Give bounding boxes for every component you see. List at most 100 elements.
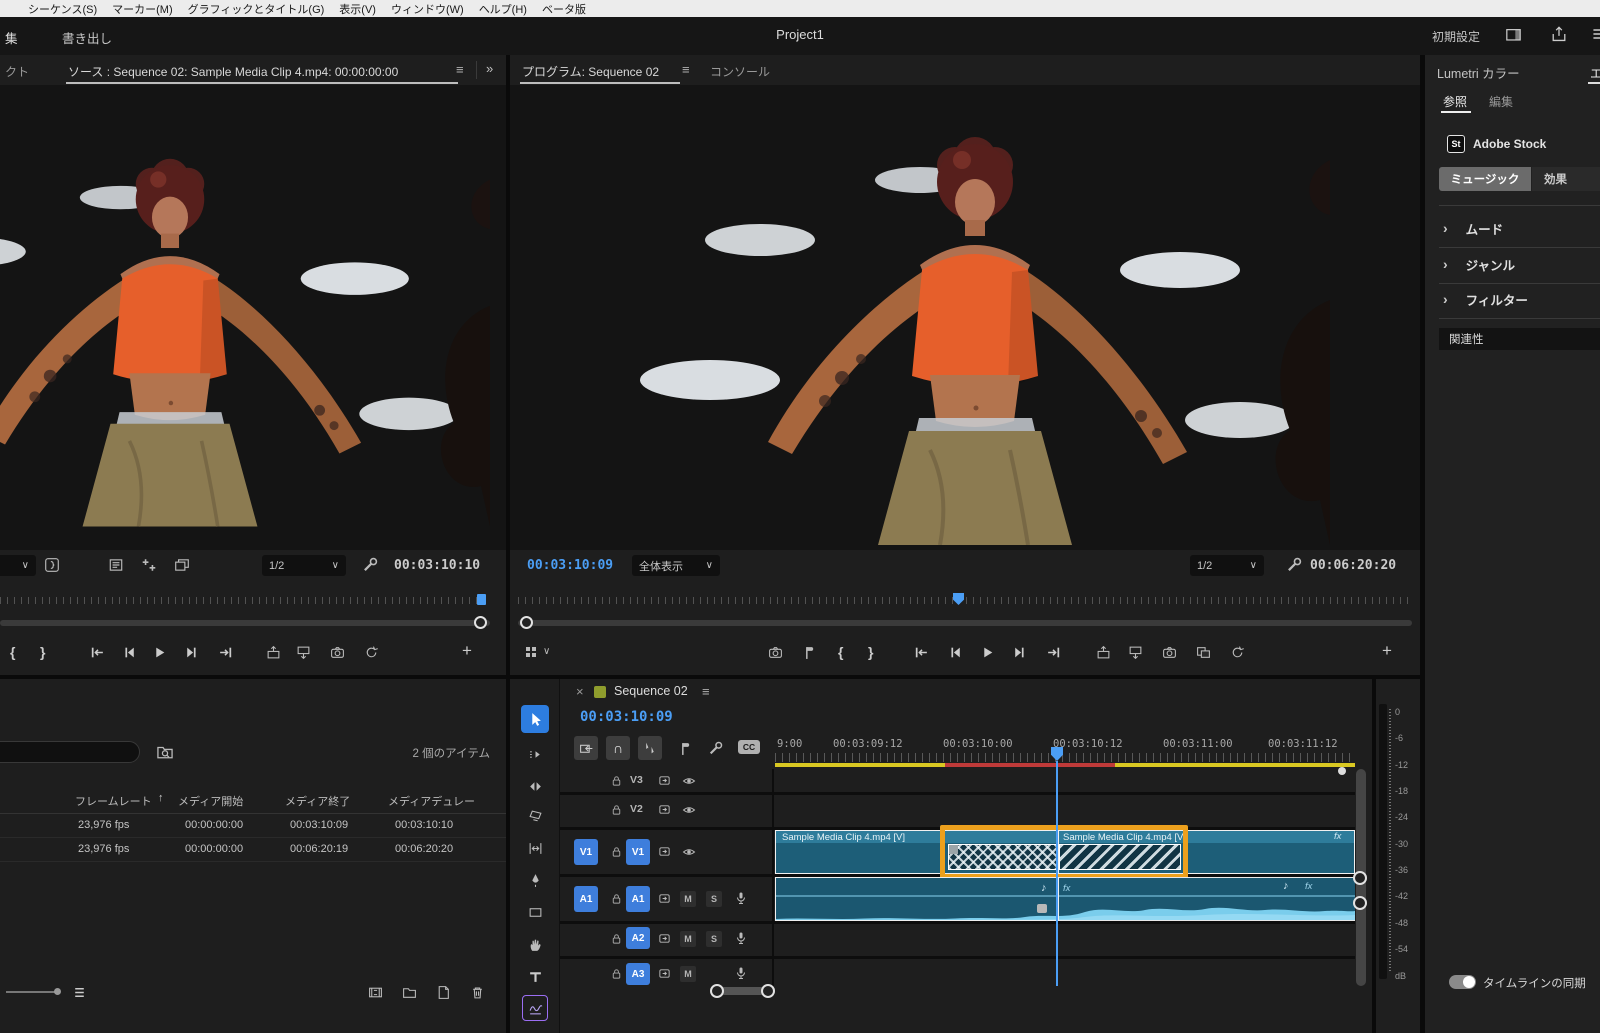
search-bins-icon[interactable] <box>156 743 174 761</box>
timeline-settings-wrench-icon[interactable] <box>708 741 723 756</box>
razor-tool[interactable] <box>522 803 548 829</box>
a1-source-patch[interactable]: A1 <box>574 886 598 912</box>
console-tab[interactable]: コンソール <box>710 63 770 80</box>
compare-view-button[interactable] <box>768 645 783 660</box>
tab-export[interactable]: 書き出し <box>62 28 112 47</box>
program-current-timecode[interactable]: 00:03:10:09 <box>527 558 613 573</box>
program-panel-menu-icon[interactable]: ≡ <box>682 62 690 77</box>
program-scrollbar[interactable] <box>518 620 1412 626</box>
trim-markers-icon[interactable] <box>141 557 157 573</box>
overlays-icon[interactable] <box>174 557 190 573</box>
v1-source-patch[interactable]: V1 <box>574 839 598 865</box>
source-tab[interactable]: ソース : Sequence 02: Sample Media Clip 4.m… <box>68 63 398 80</box>
table-row[interactable]: 23,976 fps 00:00:00:00 00:03:10:09 00:03… <box>0 815 506 837</box>
hand-tool[interactable] <box>522 931 548 957</box>
menu-sequence[interactable]: シーケンス(S) <box>28 1 97 17</box>
workspace-settings-label[interactable]: 初期設定 <box>1432 28 1480 45</box>
workspace-icon[interactable] <box>1505 26 1522 43</box>
a1-solo-button[interactable]: S <box>706 891 722 907</box>
source-zoom-dropdown[interactable]: 1/2∨ <box>262 555 346 576</box>
hscroll-knob-left[interactable] <box>710 984 724 998</box>
a3-sync-lock-icon[interactable] <box>658 967 671 980</box>
step-back-button[interactable] <box>948 645 963 660</box>
a3-mute-button[interactable]: M <box>680 966 696 982</box>
a1-sync-lock-icon[interactable] <box>658 892 671 905</box>
mood-section-header[interactable]: › ムード <box>1443 215 1593 241</box>
snap-toggle-button[interactable]: ∩ <box>606 736 630 760</box>
mark-out-button[interactable]: } <box>40 644 45 660</box>
vscroll-knob-bottom[interactable] <box>1353 896 1367 910</box>
fit-dropdown[interactable]: 全体表示∨ <box>632 555 720 576</box>
source-scrollbar-knob[interactable] <box>474 616 487 629</box>
a1-lock-icon[interactable] <box>610 892 623 905</box>
new-bin-icon[interactable] <box>402 985 417 1000</box>
remix-tool[interactable] <box>522 995 548 1021</box>
genre-section-header[interactable]: › ジャンル <box>1443 251 1593 277</box>
menu-help[interactable]: ヘルプ(H) <box>479 1 527 17</box>
step-back-button[interactable] <box>122 645 137 660</box>
multiview-grid-icon[interactable] <box>524 645 538 659</box>
source-scrollbar[interactable] <box>0 620 490 626</box>
column-media-end[interactable]: メディア終了 <box>285 793 350 809</box>
v1-visibility-eye-icon[interactable] <box>682 845 696 859</box>
a3-lock-icon[interactable] <box>610 967 623 980</box>
source-playhead-marker[interactable] <box>477 594 486 605</box>
nest-toggle-button[interactable] <box>574 736 598 760</box>
mark-in-button[interactable]: { <box>838 644 843 660</box>
v3-lock-icon[interactable] <box>610 774 623 787</box>
v3-sync-lock-icon[interactable] <box>658 774 671 787</box>
v3-track-label[interactable]: V3 <box>630 774 643 786</box>
vscroll-knob-top[interactable] <box>1353 871 1367 885</box>
proxy-toggle-button[interactable] <box>1230 645 1245 660</box>
program-scrollbar-knob[interactable] <box>520 616 533 629</box>
lumetri-tab[interactable]: Lumetri カラー <box>1437 63 1520 82</box>
step-forward-button[interactable] <box>1012 645 1027 660</box>
share-icon[interactable] <box>1550 25 1568 43</box>
music-toggle-button[interactable]: ミュージック <box>1439 167 1531 191</box>
menu-window[interactable]: ウィンドウ(W) <box>391 1 464 17</box>
a2-track-target[interactable]: A2 <box>626 927 650 949</box>
panel-overflow-icon[interactable]: » <box>486 61 493 76</box>
program-settings-wrench-icon[interactable] <box>1286 557 1302 573</box>
sequence-tab-menu-icon[interactable]: ≡ <box>702 684 710 699</box>
delete-icon[interactable] <box>470 985 485 1000</box>
timeline-current-timecode[interactable]: 00:03:10:09 <box>580 709 673 725</box>
v2-lock-icon[interactable] <box>610 803 623 816</box>
a1-voiceover-mic-icon[interactable] <box>734 891 748 905</box>
relevance-dropdown[interactable]: 関連性 <box>1439 328 1600 350</box>
goto-in-button[interactable] <box>914 645 929 660</box>
play-button[interactable] <box>980 645 995 660</box>
lift-button[interactable] <box>1096 645 1111 660</box>
edit-subtab[interactable]: 編集 <box>1489 93 1513 110</box>
tab-edit-partial[interactable]: 集 <box>5 28 18 47</box>
menu-graphics[interactable]: グラフィックとタイトル(G) <box>188 1 325 17</box>
menu-marker[interactable]: マーカー(M) <box>112 1 173 17</box>
linked-selection-button[interactable] <box>638 736 662 760</box>
play-button[interactable] <box>152 645 167 660</box>
table-row[interactable]: 23,976 fps 00:00:00:00 00:06:20:19 00:06… <box>0 839 506 861</box>
sfx-toggle-button[interactable]: 効果 <box>1532 167 1600 191</box>
timeline-ruler[interactable] <box>775 753 1355 762</box>
essential-tab-partial[interactable]: エ <box>1590 63 1600 82</box>
type-tool[interactable] <box>522 963 548 989</box>
export-frame-button[interactable] <box>1162 645 1177 660</box>
v2-sync-lock-icon[interactable] <box>658 803 671 816</box>
zoom-slider-handle[interactable] <box>54 988 61 995</box>
goto-out-button[interactable] <box>218 645 233 660</box>
multiview-dropdown-icon[interactable]: ∨ <box>543 646 550 657</box>
selection-tool[interactable] <box>521 705 549 733</box>
hscroll-knob-right[interactable] <box>761 984 775 998</box>
subclip-icon[interactable] <box>44 557 60 573</box>
v3-visibility-eye-icon[interactable] <box>682 774 696 788</box>
ripple-edit-tool[interactable] <box>522 773 548 799</box>
track-select-tool[interactable] <box>522 741 548 767</box>
source-settings-dropdown[interactable]: ∨ <box>0 555 36 576</box>
sort-ascending-icon[interactable]: ↑ <box>158 792 164 804</box>
v1-lock-icon[interactable] <box>610 845 623 858</box>
column-media-start[interactable]: メディア開始 <box>178 793 243 809</box>
export-frame-button[interactable] <box>330 645 345 660</box>
captions-button[interactable]: CC <box>738 740 760 754</box>
program-tab[interactable]: プログラム: Sequence 02 <box>522 63 659 80</box>
button-editor-button[interactable]: + <box>1382 641 1392 661</box>
source-settings-wrench-icon[interactable] <box>362 557 378 573</box>
